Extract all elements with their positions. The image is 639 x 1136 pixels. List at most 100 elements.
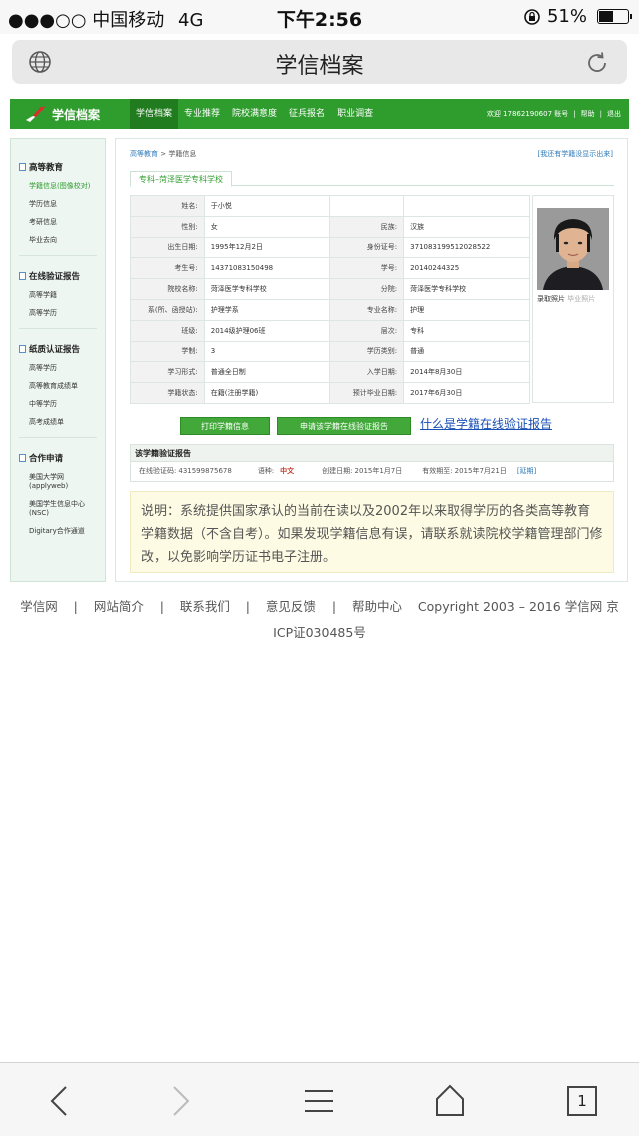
divider	[19, 328, 97, 329]
document-icon	[19, 345, 26, 353]
help-link[interactable]: 帮助	[581, 99, 595, 129]
student-name: 于小悦	[203, 195, 331, 217]
nav-item-archive[interactable]: 学信档案	[130, 99, 179, 129]
logout-link[interactable]: 退出	[607, 99, 621, 129]
table-row: 班级: 2014级护理06班 层次: 专科	[130, 319, 530, 342]
sidebar-item-online-degree[interactable]: 高等学历	[11, 309, 105, 318]
tab-admission-photo[interactable]: 录取照片	[537, 295, 565, 303]
document-icon	[19, 454, 26, 462]
sidebar-group-title: 纸质认证报告	[11, 343, 105, 355]
sidebar-group-online-report: 在线验证报告 高等学籍 高等学历	[11, 270, 105, 329]
sidebar-item-postgrad-info[interactable]: 考研信息	[11, 218, 105, 227]
document-icon	[19, 163, 26, 171]
report-language: 中文	[280, 467, 295, 475]
forward-icon[interactable]	[160, 1081, 200, 1121]
nav-item-major-recommend[interactable]: 专业推荐	[178, 99, 226, 129]
nav-item-satisfaction[interactable]: 院校满意度	[226, 99, 283, 129]
sidebar-item-paper-degree[interactable]: 高等学历	[11, 364, 105, 373]
home-icon[interactable]	[430, 1081, 470, 1121]
main-nav: 学信档案 专业推荐 院校满意度 征兵报名 职业调查	[130, 99, 379, 129]
sidebar-item-paper-transcript[interactable]: 高等教育成绩单	[11, 382, 105, 391]
sidebar-item-digitary[interactable]: Digitary合作通道	[11, 527, 105, 536]
admission-photo	[537, 208, 609, 290]
table-row: 学制: 3 学历类别: 普通	[130, 340, 530, 363]
table-row: 考生号: 14371083150498 学号: 20140244325	[130, 257, 530, 280]
nav-item-career-survey[interactable]: 职业调查	[331, 99, 379, 129]
tab-graduation-photo[interactable]: 毕业照片	[567, 295, 595, 303]
page-title[interactable]: 学信档案	[12, 48, 627, 80]
sidebar-group-paper-report: 纸质认证报告 高等学历 高等教育成绩单 中等学历 高考成绩单	[11, 343, 105, 438]
verification-title: 该学籍验证报告	[131, 445, 613, 462]
sidebar-group-title: 在线验证报告	[11, 270, 105, 282]
battery-fill	[599, 11, 613, 22]
breadcrumb-current: 学籍信息	[168, 150, 197, 158]
photo-caption: 录取照片 毕业照片	[537, 294, 595, 304]
welcome-text: 欢迎 17862190607 账号	[486, 110, 569, 118]
document-icon	[19, 272, 26, 280]
menu-icon[interactable]	[299, 1081, 339, 1121]
table-row: 出生日期: 1995年12月2日 身份证号: 37108319951202852…	[130, 236, 530, 259]
sidebar-item-applyweb[interactable]: 美国大学网 (applyweb)	[11, 473, 105, 491]
what-is-report-link[interactable]: 什么是学籍在线验证报告	[420, 415, 552, 432]
divider	[19, 437, 97, 438]
created-date: 2015年1月7日	[354, 467, 403, 475]
footer-link-contact[interactable]: 联系我们	[180, 599, 230, 614]
site-header: 学信档案 学信档案 专业推荐 院校满意度 征兵报名 职业调查 欢迎 178621…	[10, 99, 629, 129]
sidebar-item-secondary-degree[interactable]: 中等学历	[11, 400, 105, 409]
table-row: 学籍状态: 在籍(注册学籍) 预计毕业日期: 2017年6月30日	[130, 382, 530, 404]
sidebar-item-nsc[interactable]: 美国学生信息中心 (NSC)	[11, 500, 105, 518]
sidebar-item-online-enrollment[interactable]: 高等学籍	[11, 291, 105, 300]
verification-row: 在线验证码: 431599875678 语种: 中文 创建日期: 2015年1月…	[131, 462, 613, 481]
footer-link-chsi[interactable]: 学信网	[20, 599, 58, 614]
browser-toolbar: 1	[0, 1062, 639, 1136]
site-footer: 学信网 | 网站简介 | 联系我们 | 意见反馈 | 帮助中心 Copyrigh…	[0, 594, 639, 646]
sidebar-item-gaokao-transcript[interactable]: 高考成绩单	[11, 418, 105, 427]
sidebar-item-graduation[interactable]: 毕业去向	[11, 236, 105, 245]
chsi-logo-icon[interactable]	[24, 104, 48, 124]
tab-school[interactable]: 专科–菏泽医学专科学校	[130, 171, 232, 187]
orientation-lock-icon	[524, 8, 540, 25]
table-row: 性别: 女 民族: 汉族	[130, 215, 530, 238]
back-icon[interactable]	[40, 1081, 80, 1121]
notice-box: 说明：系统提供国家承认的当前在读以及2002年以来取得学历的各类高等教育学籍数据…	[130, 491, 614, 573]
brand-name[interactable]: 学信档案	[52, 106, 100, 123]
nav-item-enlist[interactable]: 征兵报名	[283, 99, 331, 129]
sidebar-group-cooperation: 合作申请 美国大学网 (applyweb) 美国学生信息中心 (NSC) Digit…	[11, 452, 105, 536]
sidebar-group-title: 合作申请	[11, 452, 105, 464]
reload-icon[interactable]	[583, 49, 611, 77]
extend-link[interactable]: [延期]	[517, 462, 536, 481]
print-enrollment-button[interactable]: 打印学籍信息	[180, 417, 270, 435]
footer-link-help[interactable]: 帮助中心	[352, 599, 402, 614]
footer-link-feedback[interactable]: 意见反馈	[266, 599, 316, 614]
status-bar: ●●●○○ 中国移动 4G 下午2:56 51%	[0, 0, 639, 34]
tabs-button[interactable]: 1	[562, 1081, 602, 1121]
user-area: 欢迎 17862190607 账号 | 帮助 | 退出	[487, 99, 621, 129]
main-content: 高等教育 > 学籍信息 [我还有学籍没显示出来] 专科–菏泽医学专科学校 姓名:…	[115, 138, 628, 582]
sidebar-group-higher-ed: 高等教育 学籍信息(图像校对) 学历信息 考研信息 毕业去向	[11, 161, 105, 256]
sidebar: 高等教育 学籍信息(图像校对) 学历信息 考研信息 毕业去向 在线验证报告 高等…	[10, 138, 106, 582]
battery-percent: 51%	[546, 6, 587, 27]
sidebar-item-degree-info[interactable]: 学历信息	[11, 200, 105, 209]
missing-enrollment-link[interactable]: [我还有学籍没显示出来]	[538, 149, 613, 159]
icp-number: ICP证030485号	[273, 625, 366, 640]
battery-area: 51%	[523, 6, 632, 27]
address-bar[interactable]: 学信档案	[12, 40, 627, 84]
verification-report: 该学籍验证报告 在线验证码: 431599875678 语种: 中文 创建日期:…	[130, 444, 614, 482]
enrollment-table: 姓名: 于小悦 性别: 女 民族: 汉族 出生日期: 1995年12月2日 身份…	[130, 195, 530, 404]
table-row: 姓名: 于小悦	[130, 195, 530, 217]
footer-links: 学信网 | 网站简介 | 联系我们 | 意见反馈 | 帮助中心 Copyrigh…	[20, 599, 619, 614]
valid-until-date: 2015年7月21日	[454, 467, 507, 475]
sidebar-item-enrollment-info[interactable]: 学籍信息(图像校对)	[11, 182, 105, 191]
table-row: 院校名称: 菏泽医学专科学校 分院: 菏泽医学专科学校	[130, 278, 530, 300]
table-row: 系(所、函授站): 护理学系 专业名称: 护理	[130, 298, 530, 321]
tabs-count: 1	[577, 1092, 587, 1110]
table-row: 学习形式: 普通全日制 入学日期: 2014年8月30日	[130, 361, 530, 384]
battery-icon	[597, 9, 632, 24]
verification-code: 431599875678	[178, 467, 232, 475]
apply-report-button[interactable]: 申请该学籍在线验证报告	[277, 417, 411, 435]
sidebar-group-title: 高等教育	[11, 161, 105, 173]
footer-link-about[interactable]: 网站简介	[94, 599, 144, 614]
breadcrumb-link[interactable]: 高等教育	[130, 150, 158, 158]
breadcrumb: 高等教育 > 学籍信息	[130, 150, 197, 158]
copyright-text: Copyright 2003 – 2016 学信网 京	[417, 599, 619, 614]
